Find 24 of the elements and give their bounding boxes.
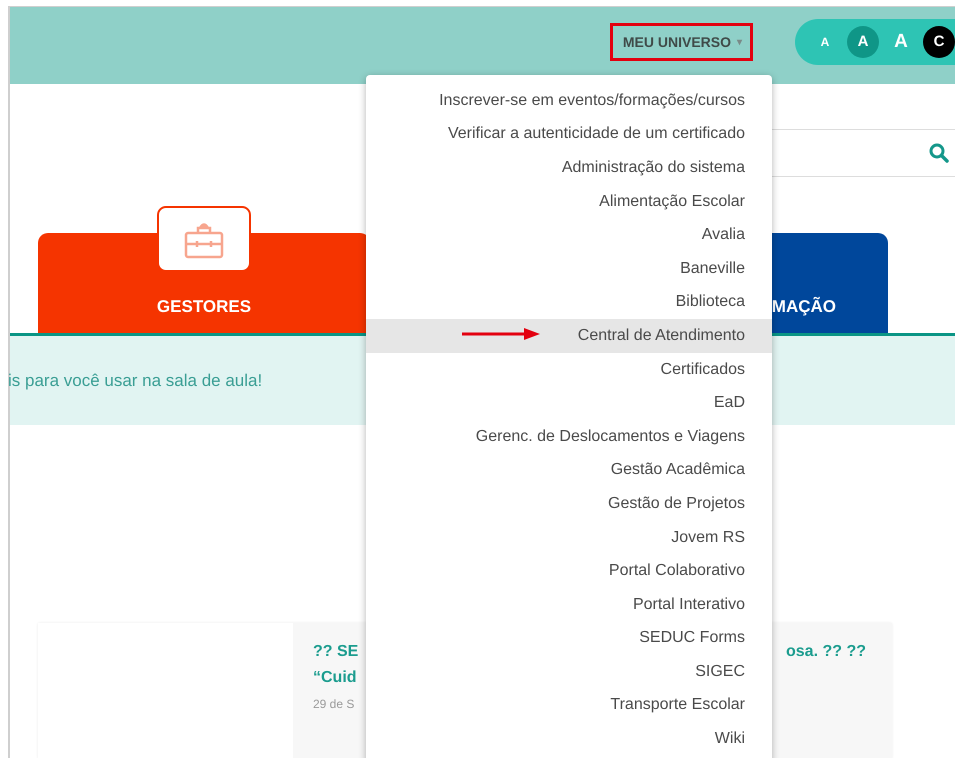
menu-item[interactable]: Portal Colaborativo [366,554,772,588]
menu-item[interactable]: Inscrever-se em eventos/formações/cursos [366,84,772,118]
contrast-button[interactable]: C [923,26,955,58]
meu-universo-menu-button[interactable]: MEU UNIVERSO ▾ [610,22,753,60]
banner-text: is para você usar na sala de aula! [8,370,262,390]
menu-item[interactable]: SEDUC Forms [366,622,772,656]
menu-item[interactable]: Portal Interativo [366,588,772,622]
news-date: 29 de S [313,697,354,711]
menu-item[interactable]: Certificados [366,352,772,386]
menu-item[interactable]: Wiki [366,722,772,756]
menu-item[interactable]: Gestão de Projetos [366,487,772,521]
menu-item[interactable]: Jovem RS [366,520,772,554]
menu-item[interactable]: Gestão Acadêmica [366,454,772,488]
menu-item[interactable]: EaD [366,386,772,420]
menu-item[interactable]: Gerenc. de Deslocamentos e Viagens [366,420,772,454]
briefcase-icon [157,206,251,272]
menu-item[interactable]: Transporte Escolar [366,688,772,722]
font-size-button[interactable]: A [847,26,879,58]
search-icon[interactable] [929,143,949,163]
menu-item[interactable]: SIGEC [366,655,772,689]
menu-item[interactable]: Verificar a autenticidade de um certificado [366,118,772,152]
menu-item[interactable]: Central de Atendimento [366,319,772,353]
menu-item[interactable]: Alimentação Escolar [366,184,772,218]
menu-item[interactable]: Administração do sistema [366,151,772,185]
